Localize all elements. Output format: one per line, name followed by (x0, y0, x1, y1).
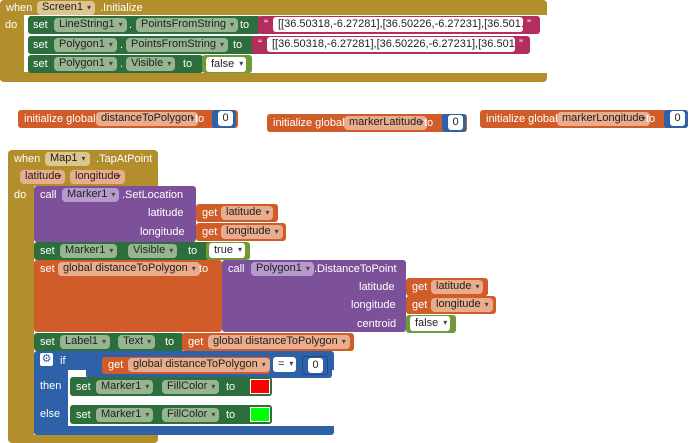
dot-label: . (120, 58, 124, 70)
latitude-arg-label: latitude (359, 281, 395, 293)
to-label: to (226, 409, 236, 421)
tapatpoint-event-label: .TapAtPoint (96, 153, 153, 165)
get-label: get (202, 207, 218, 219)
when-label: when (6, 2, 33, 14)
dot-label: . (120, 39, 124, 51)
equals-operator-dropdown[interactable]: = (273, 357, 297, 372)
global-name-field[interactable]: markerLongitude (557, 112, 650, 126)
call-label: call (40, 189, 57, 201)
green-color-swatch[interactable] (250, 407, 270, 422)
global-var-dropdown[interactable]: global distanceToPolygon (58, 262, 200, 276)
quote-icon: ” (527, 17, 531, 31)
initialize-global-label: initialize global (24, 113, 96, 125)
pointsfromstring-dropdown[interactable]: PointsFromString (126, 38, 228, 52)
to-label: to (199, 263, 209, 275)
visible-dropdown[interactable]: Visible (126, 57, 176, 71)
marker1-dropdown[interactable]: Marker1 (60, 244, 118, 258)
to-label: to (240, 19, 250, 31)
global-name-field[interactable]: distanceToPolygon (96, 112, 199, 126)
to-label: to (165, 336, 175, 348)
screen1-dropdown[interactable]: Screen1 (37, 1, 95, 15)
visible-dropdown[interactable]: Visible (128, 244, 178, 258)
else-label: else (40, 408, 61, 420)
if-label: if (60, 355, 66, 367)
get-label: get (412, 281, 428, 293)
quote-icon: “ (258, 37, 262, 51)
longitude-var-dropdown[interactable]: longitude (431, 298, 493, 312)
true-dropdown[interactable]: true (209, 243, 245, 258)
label1-dropdown[interactable]: Label1 (60, 335, 111, 349)
initialize-global-label: initialize global (273, 117, 345, 129)
marker1-dropdown[interactable]: Marker1 (96, 408, 154, 422)
text-property-dropdown[interactable]: Text (118, 335, 156, 349)
get-label: get (202, 226, 218, 238)
string-value[interactable]: [[36.50318,-6.27281],[36.50226,-6.27231]… (273, 17, 523, 32)
setlocation-method-label: .SetLocation (122, 189, 184, 201)
pointsfromstring-dropdown[interactable]: PointsFromString (136, 18, 238, 32)
set-label: set (40, 245, 55, 257)
longitude-var-dropdown[interactable]: longitude (221, 225, 283, 239)
polygon1-dropdown[interactable]: Polygon1 (54, 38, 117, 52)
to-label: to (188, 245, 198, 257)
longitude-arg-label: longitude (140, 226, 185, 238)
centroid-arg-label: centroid (357, 318, 397, 330)
number-value[interactable]: 0 (218, 111, 233, 126)
marker1-dropdown[interactable]: Marker1 (96, 380, 154, 394)
linestring1-dropdown[interactable]: LineString1 (54, 18, 127, 32)
gear-icon[interactable]: ⚙ (40, 353, 53, 366)
number-value[interactable]: 0 (308, 358, 323, 373)
to-label: to (183, 58, 193, 70)
quote-icon: ” (519, 37, 523, 51)
quote-icon: “ (264, 17, 268, 31)
initialize-event-label: .Initialize (100, 2, 143, 14)
fillcolor-dropdown[interactable]: FillColor (162, 408, 220, 422)
marker1-dropdown[interactable]: Marker1 (62, 188, 120, 202)
call-label: call (228, 263, 245, 275)
set-label: set (33, 19, 48, 31)
to-label: to (233, 39, 243, 51)
latitude-var-dropdown[interactable]: latitude (431, 280, 484, 294)
if-else-bottom (34, 426, 80, 435)
set-label: set (33, 58, 48, 70)
do-label: do (14, 189, 27, 201)
global-var-dropdown[interactable]: global distanceToPolygon (128, 358, 270, 372)
false-dropdown[interactable]: false (206, 57, 247, 72)
dot-label: . (129, 19, 133, 31)
longitude-arg-label: longitude (351, 299, 396, 311)
red-color-swatch[interactable] (250, 379, 270, 394)
set-label: set (33, 39, 48, 51)
to-label: to (424, 117, 434, 129)
latitude-arg-label: latitude (148, 207, 184, 219)
global-var-dropdown[interactable]: global distanceToPolygon (208, 335, 350, 349)
initialize-global-label: initialize global (486, 113, 558, 125)
fillcolor-dropdown[interactable]: FillColor (162, 380, 220, 394)
set-label: set (76, 409, 91, 421)
set-label: set (76, 381, 91, 393)
to-label: to (226, 381, 236, 393)
set-label: set (40, 263, 55, 275)
param-longitude[interactable]: longitude (70, 170, 125, 184)
string-value[interactable]: [[36.50318,-6.27281],[36.50226,-6.27231]… (267, 37, 515, 52)
param-latitude[interactable]: latitude (20, 170, 66, 184)
polygon1-dropdown[interactable]: Polygon1 (54, 57, 117, 71)
map1-dropdown[interactable]: Map1 (45, 152, 90, 166)
set-label: set (40, 336, 55, 348)
number-value[interactable]: 0 (448, 115, 463, 130)
distancetopoint-method-label: .DistanceToPoint (314, 263, 397, 275)
when-label: when (14, 153, 41, 165)
to-label: to (646, 113, 656, 125)
polygon1-dropdown[interactable]: Polygon1 (251, 262, 314, 276)
get-label: get (108, 359, 124, 371)
get-label: get (412, 299, 428, 311)
get-label: get (188, 336, 204, 348)
screen-initialize-bottom (0, 72, 110, 82)
false-dropdown[interactable]: false (410, 316, 451, 331)
then-label: then (40, 380, 62, 392)
number-value[interactable]: 0 (670, 111, 685, 126)
latitude-var-dropdown[interactable]: latitude (221, 206, 274, 220)
global-name-field[interactable]: markerLatitude (344, 116, 428, 130)
do-label: do (5, 19, 18, 31)
to-label: to (195, 113, 205, 125)
